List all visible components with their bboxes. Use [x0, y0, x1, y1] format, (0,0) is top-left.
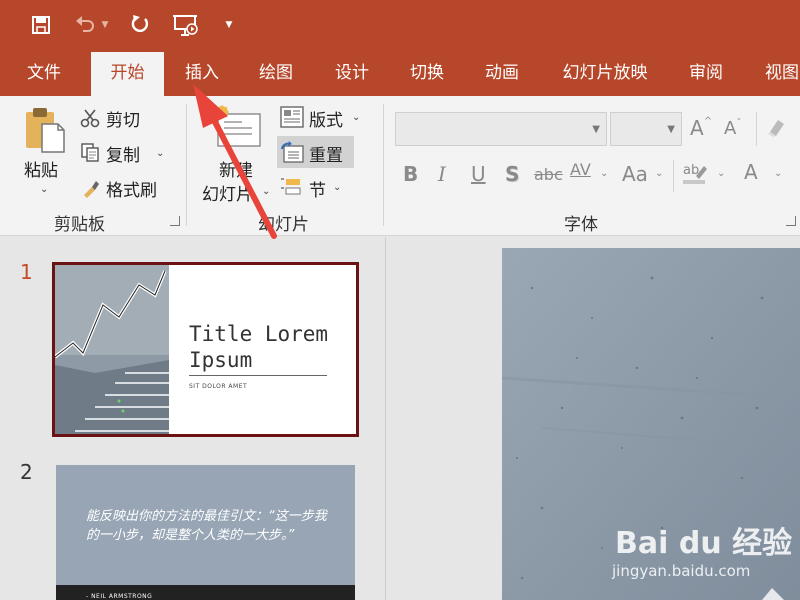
text-shadow-button[interactable]: S [505, 162, 519, 186]
italic-button[interactable]: I [438, 162, 446, 186]
highlight-icon[interactable]: ab [682, 160, 708, 190]
stairs-graph-image [55, 265, 169, 434]
copy-button[interactable]: 复制 [106, 141, 140, 166]
grow-font-button[interactable]: A^ [690, 116, 712, 140]
layout-dropdown-icon[interactable]: ⌄ [352, 112, 360, 123]
font-name-combo[interactable]: ▼ [395, 112, 607, 146]
reset-button[interactable]: 重置 [309, 141, 343, 166]
font-size-dropdown-icon[interactable]: ▼ [667, 124, 675, 135]
strikethrough-button[interactable]: abc [534, 165, 563, 184]
slides-group-label: 幻灯片 [258, 215, 309, 235]
slide-1-divider [189, 375, 327, 376]
slideshow-icon[interactable] [170, 12, 202, 38]
section-dropdown-icon[interactable]: ⌄ [333, 182, 341, 193]
font-dialog-launcher-icon[interactable] [786, 216, 796, 226]
cut-button[interactable]: 剪切 [106, 106, 140, 131]
format-painter-button[interactable]: 格式刷 [106, 176, 157, 201]
group-separator [756, 112, 757, 146]
new-slide-label-2[interactable]: 幻灯片 [202, 180, 253, 205]
character-spacing-button[interactable]: AV [570, 160, 591, 179]
highlight-dropdown-icon[interactable]: ⌄ [717, 168, 725, 179]
group-separator [673, 160, 674, 192]
clipboard-group-label: 剪贴板 [54, 215, 105, 235]
font-name-dropdown-icon[interactable]: ▼ [592, 124, 600, 135]
baidu-jingyan-watermark-logo: Bai du 经验 [615, 526, 793, 561]
ribbon-tabs: 文件 开始 插入 绘图 设计 切换 动画 幻灯片放映 审阅 视图 [0, 50, 800, 96]
tab-view[interactable]: 视图 [752, 50, 800, 96]
clear-formatting-icon[interactable] [764, 116, 790, 142]
tab-review[interactable]: 审阅 [676, 50, 736, 96]
tab-draw[interactable]: 绘图 [246, 50, 306, 96]
section-icon[interactable] [280, 176, 304, 202]
shrink-font-label: A [724, 118, 737, 139]
underline-button[interactable]: U [471, 162, 486, 186]
paste-label[interactable]: 粘贴 [24, 156, 58, 181]
redo-icon[interactable] [126, 12, 154, 38]
font-group-label: 字体 [564, 215, 598, 235]
layout-icon[interactable] [280, 106, 304, 132]
ribbon: 粘贴 ⌄ 剪切 复制 ⌄ 格式刷 剪贴板 新建 幻灯片 ⌄ 版式 ⌄ 重置 节 … [0, 96, 800, 236]
slide-thumbnail-2[interactable]: 能反映出你的方法的最佳引文：“这一步我的一小步，却是整个人类的一大步。” - N… [56, 465, 355, 600]
layout-button[interactable]: 版式 [309, 106, 343, 131]
slide-1-subtitle: SIT DOLOR AMET [189, 383, 248, 390]
section-button[interactable]: 节 [309, 176, 326, 201]
cut-icon[interactable] [80, 108, 100, 132]
font-color-dropdown-icon[interactable]: ⌄ [774, 168, 782, 179]
tab-slideshow[interactable]: 幻灯片放映 [552, 50, 658, 96]
tab-animations[interactable]: 动画 [472, 50, 532, 96]
undo-icon[interactable] [71, 12, 99, 38]
tab-design[interactable]: 设计 [322, 50, 382, 96]
tab-insert[interactable]: 插入 [172, 50, 232, 96]
shrink-font-button[interactable]: Aˇ [724, 118, 741, 139]
grow-font-label: A [690, 116, 704, 140]
baidu-jingyan-watermark-url: jingyan.baidu.com [612, 562, 751, 580]
reset-icon[interactable] [280, 141, 304, 167]
title-bar: ▼ ▼ [0, 0, 800, 50]
paste-dropdown-icon[interactable]: ⌄ [40, 184, 48, 195]
font-size-combo[interactable]: ▼ [610, 112, 682, 146]
group-separator [186, 104, 187, 226]
copy-icon[interactable] [80, 142, 100, 166]
copy-dropdown-icon[interactable]: ⌄ [156, 148, 164, 159]
customize-quick-access-icon[interactable]: ▼ [222, 12, 236, 38]
change-case-button[interactable]: Aa [622, 162, 648, 186]
clipboard-dialog-launcher-icon[interactable] [170, 216, 180, 226]
slide-number-1: 1 [20, 260, 33, 284]
tab-transitions[interactable]: 切换 [397, 50, 457, 96]
bold-button[interactable]: B [403, 162, 418, 186]
slide-number-2: 2 [20, 460, 33, 484]
format-painter-icon[interactable] [80, 178, 100, 202]
undo-dropdown-icon[interactable]: ▼ [98, 12, 112, 38]
paste-icon[interactable] [24, 106, 68, 158]
tab-home[interactable]: 开始 [91, 52, 164, 96]
slide-1-title: Title Lorem Ipsum [189, 322, 329, 372]
shrink-font-icon: ˇ [736, 118, 742, 129]
save-icon[interactable] [27, 12, 55, 38]
change-case-dropdown-icon[interactable]: ⌄ [655, 168, 663, 179]
new-slide-label-1[interactable]: 新建 [219, 156, 253, 181]
character-spacing-dropdown-icon[interactable]: ⌄ [600, 168, 608, 179]
grow-font-icon: ^ [703, 116, 713, 127]
slide-2-quote: 能反映出你的方法的最佳引文：“这一步我的一小步，却是整个人类的一大步。” [86, 509, 327, 543]
new-slide-dropdown-icon[interactable]: ⌄ [262, 186, 270, 197]
slide-2-author: - NEIL ARMSTRONG [86, 593, 153, 600]
new-slide-icon[interactable] [212, 104, 264, 154]
group-separator [383, 104, 384, 226]
tab-file[interactable]: 文件 [14, 50, 74, 96]
font-color-button[interactable]: A [744, 160, 758, 184]
slide-thumbnail-1[interactable]: Title Lorem Ipsum SIT DOLOR AMET [52, 262, 359, 437]
